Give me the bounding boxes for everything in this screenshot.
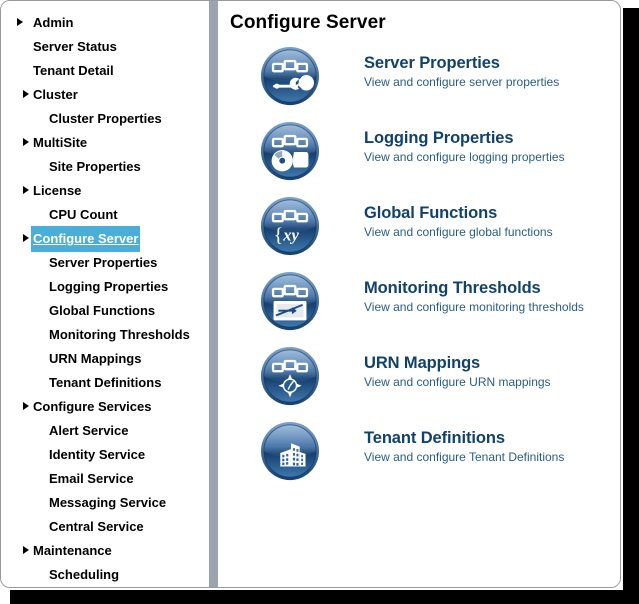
sidebar-item-site-properties[interactable]: Site Properties xyxy=(1,154,209,178)
sidebar-item-label: URN Mappings xyxy=(49,351,142,366)
page-title: Configure Server xyxy=(230,12,386,33)
sidebar-item-label: Admin xyxy=(33,15,74,30)
card-description: View and configure global functions xyxy=(364,225,553,239)
sidebar-item-urn-mappings[interactable]: URN Mappings xyxy=(1,346,209,370)
expand-triangle-icon[interactable] xyxy=(23,546,29,554)
card-tenant-definitions[interactable]: Tenant Definitions View and configure Ten… xyxy=(218,417,620,492)
sidebar-item-storage[interactable]: Storage xyxy=(1,586,209,587)
sidebar-item-cluster[interactable]: Cluster xyxy=(1,82,209,106)
server-disc-wrench-icon[interactable] xyxy=(259,120,321,182)
card-description: View and configure monitoring thresholds xyxy=(364,300,584,314)
sidebar-item-label: Logging Properties xyxy=(49,279,169,294)
sidebar-item-cpu-count[interactable]: CPU Count xyxy=(1,202,209,226)
sidebar-item-label: MultiSite xyxy=(33,135,88,150)
card-global-functions[interactable]: {xy Global Functions View and configure gl… xyxy=(218,192,620,267)
sidebar-item-label: Cluster xyxy=(33,87,78,102)
card-logging-properties[interactable]: Logging Properties View and configure log… xyxy=(218,117,620,192)
card-text-block: Tenant Definitions View and configure Ten… xyxy=(364,428,564,465)
sidebar-item-label: Identity Service xyxy=(49,447,146,462)
sidebar-item-label: Storage xyxy=(47,586,99,587)
server-chart-icon[interactable] xyxy=(259,270,321,332)
sidebar-item-configure-server[interactable]: Configure Server xyxy=(1,226,209,252)
sidebar-item-identity-service[interactable]: Identity Service xyxy=(1,442,209,466)
sidebar-item-email-service[interactable]: Email Service xyxy=(1,466,209,490)
card-description: View and configure server properties xyxy=(364,75,560,89)
card-urn-mappings[interactable]: URN Mappings View and configure URN mappi… xyxy=(218,342,620,417)
expand-triangle-icon[interactable] xyxy=(17,18,23,26)
application-window: Admin Server Status Tenant Detail Cluster Cl… xyxy=(0,0,621,588)
sidebar-item-maintenance[interactable]: Maintenance xyxy=(1,538,209,562)
sidebar-item-cluster-properties[interactable]: Cluster Properties xyxy=(1,106,209,130)
sidebar-item-admin[interactable]: Admin xyxy=(1,10,209,34)
card-text-block: Monitoring Thresholds View and configure … xyxy=(364,278,584,315)
card-text-block: Server Properties View and configure serv… xyxy=(364,53,559,90)
sidebar-item-label: Scheduling xyxy=(49,567,120,582)
sidebar-item-label: Monitoring Thresholds xyxy=(49,327,190,342)
expand-triangle-icon[interactable] xyxy=(23,186,29,194)
sidebar-item-label: Alert Service xyxy=(49,423,129,438)
card-server-properties[interactable]: Server Properties View and configure serv… xyxy=(218,42,620,117)
card-description: View and configure logging properties xyxy=(364,150,565,164)
sidebar-item-messaging-service[interactable]: Messaging Service xyxy=(1,490,209,514)
expand-triangle-icon[interactable] xyxy=(23,234,29,242)
sidebar-item-label: Site Properties xyxy=(49,159,141,174)
sidebar-item-label: Global Functions xyxy=(49,303,156,318)
sidebar-item-license[interactable]: License xyxy=(1,178,209,202)
card-title[interactable]: Global Functions xyxy=(364,203,553,223)
sidebar-item-label: Central Service xyxy=(49,519,144,534)
sidebar-item-server-status[interactable]: Server Status xyxy=(1,34,209,58)
sidebar-item-label: Tenant Detail xyxy=(33,63,114,78)
card-title[interactable]: Monitoring Thresholds xyxy=(364,278,584,298)
card-monitoring-thresholds[interactable]: Monitoring Thresholds View and configure … xyxy=(218,267,620,342)
configure-server-card-list: Server Properties View and configure serv… xyxy=(218,42,620,492)
sidebar-item-tenant-detail[interactable]: Tenant Detail xyxy=(1,58,209,82)
sidebar-item-logging-properties[interactable]: Logging Properties xyxy=(1,274,209,298)
sidebar-item-label: Cluster Properties xyxy=(49,111,162,126)
sidebar-item-configure-services[interactable]: Configure Services xyxy=(1,394,209,418)
sidebar-item-monitoring-thresholds[interactable]: Monitoring Thresholds xyxy=(1,322,209,346)
card-text-block: Global Functions View and configure globa… xyxy=(364,203,553,240)
sidebar-item-label: Configure Services xyxy=(33,399,152,414)
sidebar-navigation: Admin Server Status Tenant Detail Cluster Cl… xyxy=(1,1,209,587)
card-title[interactable]: URN Mappings xyxy=(364,353,551,373)
sidebar-item-global-functions[interactable]: Global Functions xyxy=(1,298,209,322)
sidebar-item-label: Configure Server xyxy=(31,226,141,252)
sidebar-item-central-service[interactable]: Central Service xyxy=(1,514,209,538)
card-description: View and configure Tenant Definitions xyxy=(364,450,565,464)
window-shadow-right xyxy=(623,8,639,604)
sidebar-item-multisite[interactable]: MultiSite xyxy=(1,130,209,154)
panel-splitter[interactable] xyxy=(209,1,218,587)
sidebar-item-tenant-definitions[interactable]: Tenant Definitions xyxy=(1,370,209,394)
sidebar-item-server-properties[interactable]: Server Properties xyxy=(1,250,209,274)
sidebar-item-label: Messaging Service xyxy=(49,495,167,510)
card-description: View and configure URN mappings xyxy=(364,375,551,389)
card-text-block: Logging Properties View and configure log… xyxy=(364,128,565,165)
card-title[interactable]: Logging Properties xyxy=(364,128,565,148)
sidebar-item-label: License xyxy=(33,183,82,198)
expand-triangle-icon[interactable] xyxy=(23,90,29,98)
main-content-panel: Configure Server Server Properties View a… xyxy=(218,1,620,587)
panel-splitter-cap xyxy=(209,1,218,9)
sidebar-item-label: Tenant Definitions xyxy=(49,375,162,390)
sidebar-item-scheduling[interactable]: Scheduling xyxy=(1,562,209,586)
server-xy-function-icon[interactable]: {xy xyxy=(259,195,321,257)
sidebar-item-label: CPU Count xyxy=(49,207,118,222)
sidebar-item-label: Email Service xyxy=(49,471,134,486)
sidebar-item-label: Server Properties xyxy=(49,255,158,270)
window-shadow-bottom xyxy=(10,590,639,604)
sidebar-item-label: Server Status xyxy=(33,39,117,54)
sidebar-item-alert-service[interactable]: Alert Service xyxy=(1,418,209,442)
card-text-block: URN Mappings View and configure URN mappi… xyxy=(364,353,551,390)
server-wrench-icon[interactable] xyxy=(259,45,321,107)
expand-triangle-icon[interactable] xyxy=(23,138,29,146)
buildings-icon[interactable] xyxy=(259,420,321,482)
card-title[interactable]: Tenant Definitions xyxy=(364,428,564,448)
card-title[interactable]: Server Properties xyxy=(364,53,559,73)
sidebar-item-label: Maintenance xyxy=(33,543,112,558)
expand-triangle-icon[interactable] xyxy=(23,402,29,410)
server-compass-icon[interactable] xyxy=(259,345,321,407)
